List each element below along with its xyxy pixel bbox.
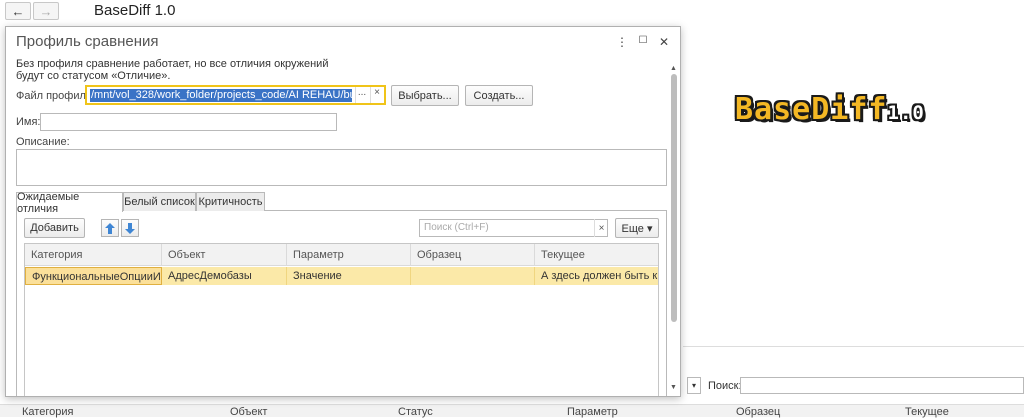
- forward-button[interactable]: →: [33, 2, 59, 20]
- col-parameter[interactable]: Параметр: [287, 244, 411, 266]
- table-row[interactable]: ФункциональныеОпцииИК... АдресДемобазы З…: [25, 267, 658, 285]
- move-down-button[interactable]: [121, 219, 139, 237]
- bg-col-sample[interactable]: Образец: [736, 406, 780, 418]
- bg-col-category[interactable]: Категория: [22, 406, 73, 418]
- file-path-value[interactable]: /mnt/vol_328/work_folder/projects_code/A…: [90, 89, 352, 102]
- bg-col-object[interactable]: Объект: [230, 406, 267, 418]
- forward-arrow-icon: →: [39, 3, 53, 19]
- expected-differences-table: Категория Объект Параметр Образец Текуще…: [24, 243, 659, 396]
- profile-dialog: Профиль сравнения ⋮ ☐ ✕ Без профиля срав…: [5, 26, 681, 397]
- logo-text: BaseDiff: [735, 92, 888, 127]
- search-input[interactable]: Поиск (Ctrl+F): [419, 219, 608, 237]
- name-input[interactable]: [40, 113, 337, 131]
- close-icon[interactable]: ✕: [658, 35, 670, 49]
- description-textarea[interactable]: [16, 149, 667, 186]
- background-table-header: Категория Объект Статус Параметр Образец…: [0, 404, 1024, 418]
- col-object[interactable]: Объект: [162, 244, 287, 266]
- info-line-2: будут со статусом «Отличие».: [16, 70, 171, 82]
- table-header: Категория Объект Параметр Образец Текуще…: [25, 244, 658, 266]
- top-bar: ← → BaseDiff 1.0: [0, 0, 1024, 24]
- cell-sample[interactable]: [411, 267, 535, 285]
- tab-expected-differences[interactable]: Ожидаемые отличия: [16, 191, 123, 215]
- tab-whitelist[interactable]: Белый список: [123, 192, 196, 211]
- tab-criticality[interactable]: Критичность: [196, 192, 265, 211]
- cell-category[interactable]: ФункциональныеОпцииИК...: [25, 267, 162, 285]
- background-search-label: Поиск:: [708, 380, 742, 392]
- maximize-icon[interactable]: ☐: [637, 35, 649, 46]
- add-button[interactable]: Добавить: [24, 218, 85, 238]
- move-up-button[interactable]: [101, 219, 119, 237]
- file-profile-input[interactable]: /mnt/vol_328/work_folder/projects_code/A…: [85, 85, 386, 105]
- col-current[interactable]: Текущее: [535, 244, 658, 266]
- more-button[interactable]: Еще ▾: [615, 218, 659, 238]
- create-button[interactable]: Создать...: [465, 85, 533, 106]
- arrow-down-icon: [125, 222, 135, 234]
- dialog-title: Профиль сравнения: [16, 33, 159, 50]
- col-sample[interactable]: Образец: [411, 244, 535, 266]
- cell-object[interactable]: АдресДемобазы: [162, 267, 287, 285]
- background-dropdown-icon[interactable]: ▾: [687, 377, 701, 394]
- file-browse-icon[interactable]: ...: [355, 87, 368, 103]
- cell-parameter[interactable]: Значение: [287, 267, 411, 285]
- back-arrow-icon: ←: [11, 3, 25, 19]
- bg-col-parameter[interactable]: Параметр: [567, 406, 618, 418]
- background-divider: [683, 346, 1024, 347]
- back-button[interactable]: ←: [5, 2, 31, 20]
- choose-button[interactable]: Выбрать...: [391, 85, 459, 106]
- bg-col-status[interactable]: Статус: [398, 406, 433, 418]
- cell-current[interactable]: А здесь должен быть к...: [535, 267, 658, 285]
- arrow-up-icon: [105, 222, 115, 234]
- logo-version: 1.0: [887, 102, 925, 124]
- scroll-thumb[interactable]: [671, 74, 677, 322]
- col-category[interactable]: Категория: [25, 244, 162, 266]
- description-label: Описание:: [16, 136, 70, 148]
- background-search-input[interactable]: [740, 377, 1024, 394]
- dialog-info-text: Без профиля сравнение работает, но все о…: [16, 58, 436, 82]
- more-menu-icon[interactable]: ⋮: [616, 35, 628, 49]
- bg-col-current[interactable]: Текущее: [905, 406, 949, 418]
- file-clear-icon[interactable]: ×: [370, 87, 383, 103]
- file-label: Файл профиля:: [16, 90, 95, 102]
- scroll-down-icon[interactable]: ▼: [670, 384, 677, 391]
- scroll-up-icon[interactable]: ▲: [670, 65, 677, 72]
- app-title: BaseDiff 1.0: [94, 2, 176, 19]
- info-line-1: Без профиля сравнение работает, но все о…: [16, 58, 329, 70]
- name-label: Имя:: [16, 116, 41, 128]
- search-clear-icon[interactable]: ×: [594, 219, 608, 237]
- basediff-logo: BaseDiff1.0: [735, 92, 925, 127]
